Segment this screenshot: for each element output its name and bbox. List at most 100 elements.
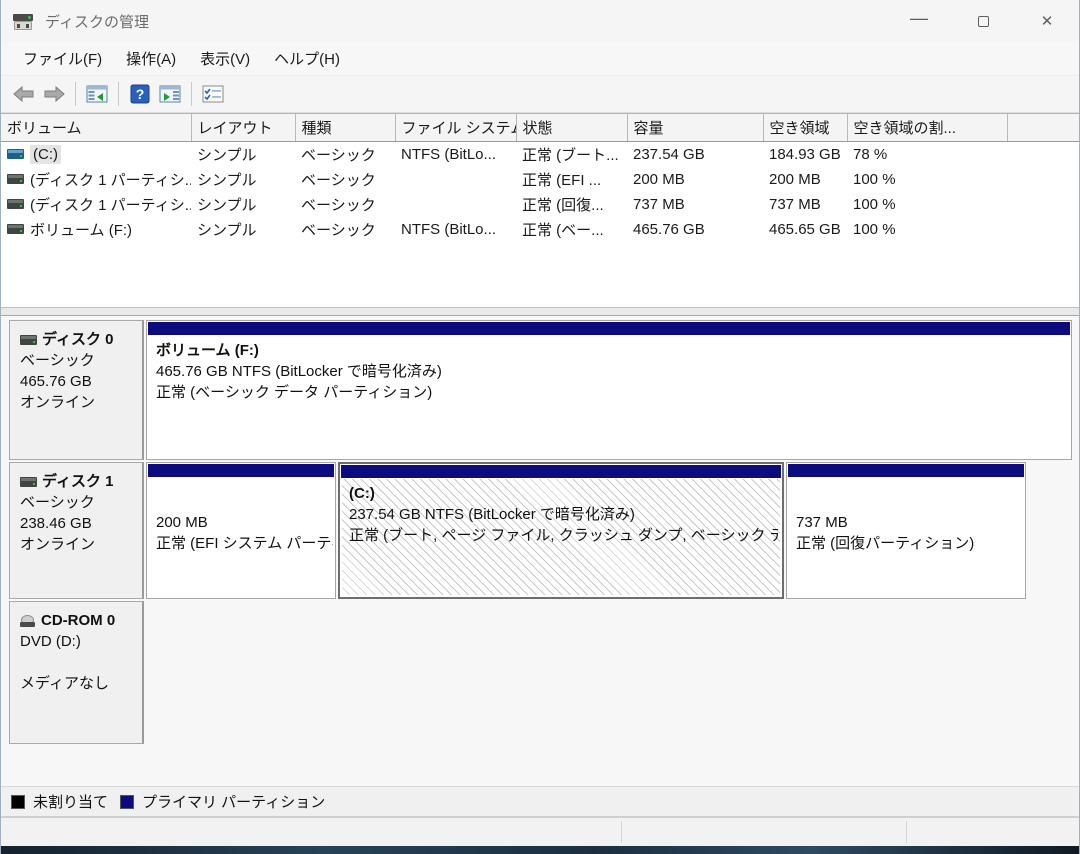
cell-filesystem [395,192,516,217]
pane-splitter[interactable] [1,307,1079,316]
primary-partition-swatch [120,795,134,809]
show-console-tree-button[interactable] [82,80,112,108]
cell-filesystem: NTFS (BitLo... [395,141,516,167]
statusbar-divider [906,821,907,843]
column-header-filesystem[interactable]: ファイル システム [395,114,516,141]
volume-drive-icon [7,224,24,234]
cell-status: 正常 (EFI ... [516,167,627,192]
cell-filesystem: NTFS (BitLo... [395,217,516,242]
table-row[interactable]: ボリューム (F:) シンプル ベーシック NTFS (BitLo... 正常 … [1,217,1079,242]
column-header-type[interactable]: 種類 [295,114,395,141]
partition-title: (C:) [349,483,778,504]
menu-file[interactable]: ファイル(F) [11,43,114,74]
cell-capacity: 737 MB [627,192,763,217]
disk-icon [20,335,37,345]
maximize-button[interactable] [951,0,1015,42]
cell-type: ベーシック [295,167,395,192]
console-tree-icon [86,85,108,103]
window-title: ディスクの管理 [45,11,149,32]
properties-button[interactable] [198,80,228,108]
back-icon [13,86,35,102]
disk-management-app-icon [13,12,35,30]
disk-status: オンライン [20,534,136,555]
cell-free-percent: 100 % [847,192,1007,217]
partition-size: 737 MB [796,512,1023,533]
statusbar-divider [621,821,622,843]
primary-partition-bar [148,322,1070,335]
cell-status: 正常 (ベー... [516,217,627,242]
column-header-free-space[interactable]: 空き領域 [763,114,847,141]
volume-name: (ディスク 1 パーティシ... [30,169,191,190]
cdrom-label-box[interactable]: CD-ROM 0 DVD (D:) メディアなし [9,601,144,744]
table-row[interactable]: (C:) シンプル ベーシック NTFS (BitLo... 正常 (ブート..… [1,141,1079,167]
cell-capacity: 200 MB [627,167,763,192]
disk0-label-box[interactable]: ディスク 0 ベーシック 465.76 GB オンライン [9,320,144,460]
cell-free: 200 MB [763,167,847,192]
volume-drive-icon [7,149,24,159]
cell-capacity: 465.76 GB [627,217,763,242]
column-header-status[interactable]: 状態 [516,114,627,141]
disk-size: 238.46 GB [20,513,136,534]
cell-layout: シンプル [191,217,295,242]
toolbar-separator [191,82,192,106]
primary-partition-bar [148,464,334,477]
cell-filesystem [395,167,516,192]
bottom-edge [1,846,1079,854]
minimize-button[interactable]: — [887,0,951,42]
forward-button[interactable] [39,80,69,108]
cdrom-icon [20,615,36,627]
help-icon: ? [130,84,150,104]
disk-name: ディスク 0 [42,329,113,350]
menu-help[interactable]: ヘルプ(H) [262,43,352,74]
partition-title: ボリューム (F:) [156,340,1069,361]
table-row[interactable]: (ディスク 1 パーティシ... シンプル ベーシック 正常 (回復... 73… [1,192,1079,217]
cell-status: 正常 (ブート... [516,141,627,167]
volume-drive-icon [7,174,24,184]
partition-status: 正常 (ブート, ページ ファイル, クラッシュ ダンプ, ベーシック データ … [349,525,778,546]
volume-drive-icon [7,199,24,209]
toolbar: ? [1,76,1079,113]
cell-type: ベーシック [295,192,395,217]
column-header-free-percent[interactable]: 空き領域の割... [847,114,1007,141]
table-row[interactable]: (ディスク 1 パーティシ... シンプル ベーシック 正常 (EFI ... … [1,167,1079,192]
graphical-view-pane: ディスク 0 ベーシック 465.76 GB オンライン ボリューム (F:) … [1,316,1079,786]
primary-partition-bar [788,464,1024,477]
partition-efi[interactable]: 200 MB 正常 (EFI システム パーティション) [146,462,336,599]
toolbar-separator [75,82,76,106]
partition-recovery[interactable]: 737 MB 正常 (回復パーティション) [786,462,1026,599]
partition-status: 正常 (EFI システム パーティション) [156,533,333,554]
cdrom-drive-letter: DVD (D:) [20,631,136,652]
show-action-pane-button[interactable] [155,80,185,108]
back-button[interactable] [9,80,39,108]
legend-bar: 未割り当て プライマリ パーティション [1,786,1079,816]
disk-type: ベーシック [20,350,136,371]
disk-size: 465.76 GB [20,371,136,392]
partition-status: 正常 (回復パーティション) [796,533,1023,554]
disk-row-0: ディスク 0 ベーシック 465.76 GB オンライン ボリューム (F:) … [9,320,1079,460]
disk-name: ディスク 1 [42,471,113,492]
column-header-volume[interactable]: ボリューム [1,114,191,141]
legend-unallocated-label: 未割り当て [33,791,108,812]
partition-c-selected[interactable]: (C:) 237.54 GB NTFS (BitLocker で暗号化済み) 正… [338,462,784,599]
help-button[interactable]: ? [125,80,155,108]
cdrom-empty-track [144,601,1079,744]
close-button[interactable]: ✕ [1015,0,1079,42]
menu-bar: ファイル(F) 操作(A) 表示(V) ヘルプ(H) [1,42,1079,76]
partition-size-fs: 465.76 GB NTFS (BitLocker で暗号化済み) [156,361,1069,382]
action-pane-icon [159,85,181,103]
column-header-layout[interactable]: レイアウト [191,114,295,141]
menu-action[interactable]: 操作(A) [114,43,188,74]
volume-table: ボリューム レイアウト 種類 ファイル システム 状態 容量 空き領域 空き領域… [1,114,1079,242]
volume-name: ボリューム (F:) [30,219,132,240]
menu-view[interactable]: 表示(V) [188,43,262,74]
column-header-empty [1007,114,1079,141]
forward-icon [43,86,65,102]
properties-icon [202,85,224,103]
cell-layout: シンプル [191,141,295,167]
disk1-label-box[interactable]: ディスク 1 ベーシック 238.46 GB オンライン [9,462,144,599]
maximize-icon [978,16,989,27]
disk-icon [20,477,37,487]
partition-volume-f[interactable]: ボリューム (F:) 465.76 GB NTFS (BitLocker で暗号… [146,320,1072,460]
cell-free-percent: 100 % [847,217,1007,242]
column-header-capacity[interactable]: 容量 [627,114,763,141]
